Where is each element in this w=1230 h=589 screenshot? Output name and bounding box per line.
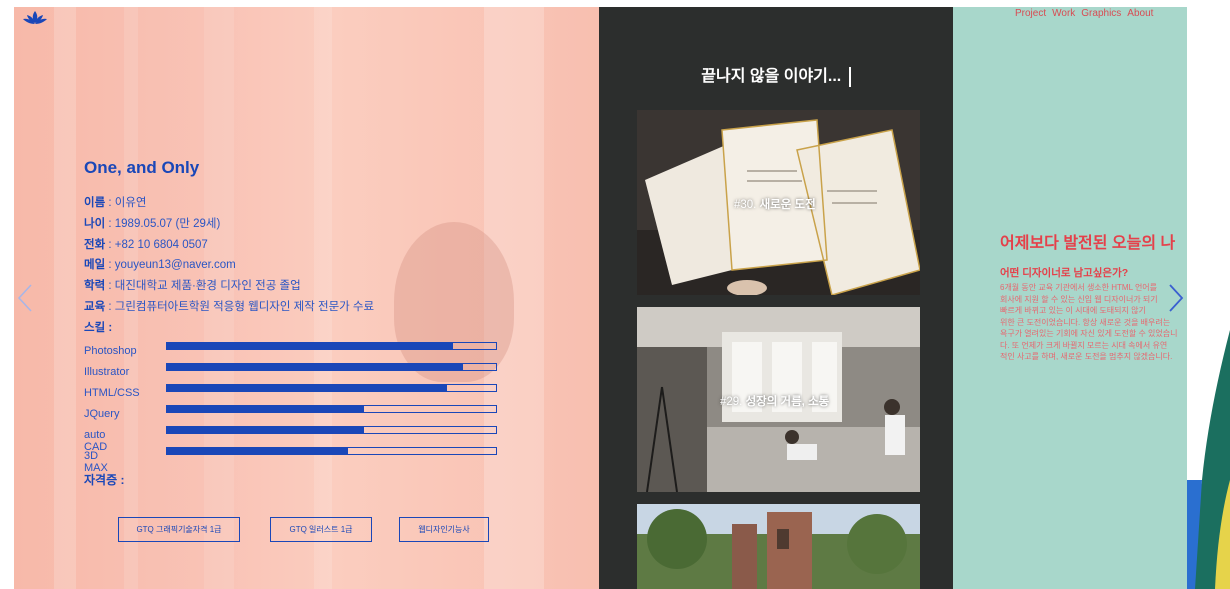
story-card-title: 성장의 거름, 소통: [745, 396, 830, 408]
intro-headline: 어제보다 발전된 오늘의 나: [1000, 235, 1176, 252]
intro-line: 회사에 지원 할 수 있는 신입 웹 디자이너가 되기: [1000, 294, 1158, 304]
story-card[interactable]: #30. 새로운 도전: [637, 110, 920, 295]
intro-line: 위한 큰 도전이었습니다. 항상 새로운 것을 배우려는: [1000, 317, 1171, 327]
info-key: 전화: [84, 238, 106, 251]
info-separator: :: [105, 259, 115, 272]
info-row-email: 메일 : youyeun13@naver.com: [84, 256, 374, 277]
intro-line: 6개월 동안 교육 기관에서 생소한 HTML 언어를: [1000, 283, 1158, 292]
story-card-number: #29.: [720, 396, 746, 408]
nav-item-graphics[interactable]: Graphics: [1081, 8, 1121, 19]
skill-bar: [166, 405, 497, 413]
background-curtain: [54, 7, 76, 589]
nav-item-about[interactable]: About: [1127, 8, 1153, 19]
info-key: 학력: [84, 280, 106, 293]
skills-label: 스킬 :: [84, 319, 374, 340]
decorative-edge-shape: [1187, 0, 1230, 589]
chevron-left-icon[interactable]: [15, 283, 37, 313]
story-card-caption: #29. 성장의 거름, 소통: [720, 393, 829, 409]
skill-bar-fill: [167, 406, 365, 412]
typing-cursor: [849, 66, 851, 87]
info-value: youyeun13@naver.com: [114, 259, 236, 272]
stories-title: 끝나지 않을 이야기...: [599, 62, 953, 87]
skills-label-text: 스킬 :: [84, 321, 113, 334]
intro-line: 적인 사고를 하며, 새로운 도전을 멈추지 않겠습니다.: [1000, 352, 1173, 361]
info-key: 메일: [84, 259, 106, 272]
info-key: 이름: [84, 197, 106, 209]
skill-bar-fill: [167, 448, 348, 454]
info-value: 그린컴퓨터아트학원 적응형 웹디자인 제작 전문가 수료: [114, 300, 375, 313]
info-row-age: 나이 : 1989.05.07 (만 29세): [84, 215, 374, 236]
nav-item-work[interactable]: Work: [1052, 8, 1075, 19]
portrait-photo: [394, 222, 514, 382]
info-separator: :: [105, 197, 115, 209]
story-card-number: #30.: [734, 199, 760, 211]
cert-button-web-design[interactable]: 웹디자인기능사: [399, 517, 489, 542]
info-row-name: 이름 : 이유연: [84, 194, 374, 215]
intro-panel: 어제보다 발전된 오늘의 나 어떤 디자이너로 남고싶은가? 6개월 동안 교육…: [953, 7, 1187, 589]
chevron-right-icon[interactable]: [1166, 283, 1186, 313]
info-separator: :: [105, 238, 115, 251]
top-nav: Project Work Graphics About: [1015, 8, 1153, 19]
skill-bar: [166, 426, 497, 434]
info-key: 교육: [84, 300, 106, 313]
skill-bar-fill: [167, 427, 365, 433]
skill-name: Illustrator: [84, 366, 130, 378]
stories-panel: 끝나지 않을 이야기... #30. 새로운 도전 #29. 성장의 거름, 소…: [599, 7, 953, 589]
intro-line: 다. 또 언제가 크게 바뀔지 모르는 시대 속에서 유연: [1000, 340, 1168, 350]
story-card-title: 새로운 도전: [759, 199, 816, 211]
stories-title-text: 끝나지 않을 이야기...: [701, 68, 842, 85]
skill-name: JQuery: [84, 408, 120, 420]
skill-bar: [166, 447, 497, 455]
info-value: 1989.05.07 (만 29세): [114, 217, 221, 230]
intro-line: 빠르게 바뀌고 있는 이 시대에 도태되지 않기: [1000, 306, 1146, 315]
profile-title: One, and Only: [84, 158, 200, 177]
story-card[interactable]: #29. 성장의 거름, 소통: [637, 307, 920, 492]
info-row-phone: 전화 : +82 10 6804 0507: [84, 236, 374, 257]
info-value: +82 10 6804 0507: [114, 238, 208, 251]
info-separator: :: [105, 300, 115, 313]
info-row-education: 학력 : 대진대학교 제품·환경 디자인 전공 졸업: [84, 277, 374, 298]
skill-name: Photoshop: [84, 345, 137, 357]
story-card-image: [637, 504, 920, 589]
profile-info-list: 이름 : 이유연 나이 : 1989.05.07 (만 29세) 전화 : +8…: [84, 194, 374, 340]
intro-paragraph: 6개월 동안 교육 기관에서 생소한 HTML 언어를 회사에 지원 할 수 있…: [1000, 282, 1187, 363]
story-card-caption: #30. 새로운 도전: [734, 196, 816, 212]
intro-line: 욕구가 열려있는 기회에 자신 있게 도전할 수 있었습니: [1000, 329, 1178, 338]
skill-bar-fill: [167, 343, 454, 349]
info-key: 나이: [84, 217, 106, 230]
skill-bar: [166, 363, 497, 371]
info-separator: :: [105, 217, 115, 230]
info-value: 대진대학교 제품·환경 디자인 전공 졸업: [114, 280, 301, 293]
certificates-label: 자격증 :: [84, 473, 125, 487]
intro-subhead: 어떤 디자이너로 남고싶은가?: [1000, 267, 1129, 279]
skill-name: HTML/CSS: [84, 387, 140, 399]
story-card[interactable]: [637, 504, 920, 589]
cert-button-gtq-illustrator[interactable]: GTQ 일러스트 1급: [270, 517, 372, 542]
lotus-logo-icon[interactable]: [22, 10, 48, 26]
nav-item-project[interactable]: Project: [1015, 8, 1046, 19]
skill-bar: [166, 384, 497, 392]
cert-button-gtq-graphic[interactable]: GTQ 그래픽기술자격 1급: [118, 517, 240, 542]
skill-bar-fill: [167, 364, 464, 370]
skill-bar: [166, 342, 497, 350]
info-row-training: 교육 : 그린컴퓨터아트학원 적응형 웹디자인 제작 전문가 수료: [84, 298, 374, 319]
skill-bar-fill: [167, 385, 447, 391]
info-value: 이유연: [114, 197, 147, 209]
info-separator: :: [105, 280, 115, 293]
